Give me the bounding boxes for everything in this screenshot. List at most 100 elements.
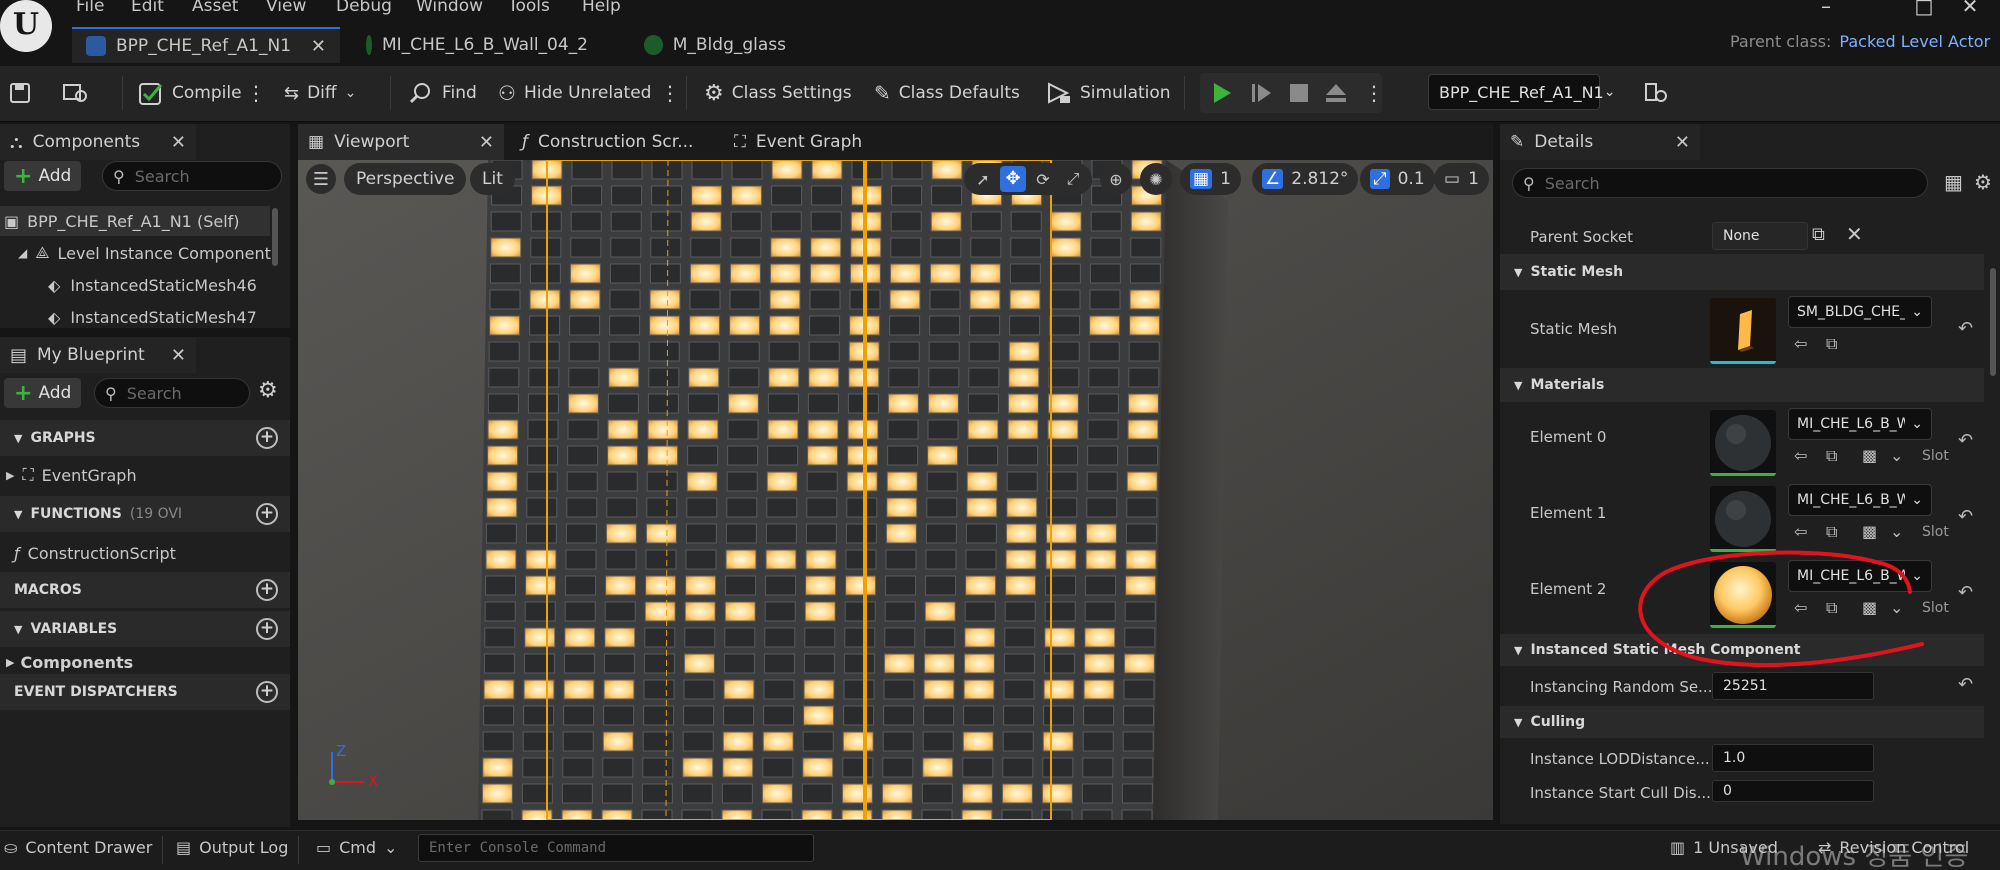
close-icon[interactable]: ✕ — [171, 132, 186, 153]
close-icon[interactable]: ✕ — [171, 345, 186, 366]
clear-icon[interactable]: ✕ — [1846, 222, 1863, 246]
class-settings-button[interactable]: ⚙ Class Settings — [704, 75, 852, 111]
static-mesh-section[interactable]: ▼ Static Mesh — [1500, 254, 1984, 290]
tab-bpp-che-ref[interactable]: BPP_CHE_Ref_A1_N1 ✕ — [72, 27, 340, 63]
camera-speed-control[interactable]: ▭ 1 — [1434, 163, 1489, 195]
components-scrollbar[interactable] — [272, 208, 278, 266]
reset-to-default-icon[interactable]: ↶ — [1958, 318, 1973, 339]
menu-file[interactable]: File — [76, 0, 104, 18]
compile-button[interactable]: Compile — [138, 75, 242, 111]
add-function-icon[interactable]: + — [256, 503, 278, 525]
details-tab[interactable]: ✎ Details ✕ — [1500, 124, 1700, 160]
lod-distance-input[interactable]: 1.0 — [1712, 744, 1874, 772]
compile-options-icon[interactable]: ⋮ — [246, 75, 266, 111]
my-blueprint-tab[interactable]: ▤ My Blueprint ✕ — [0, 337, 196, 373]
event-dispatchers-section[interactable]: EVENT DISPATCHERS + — [0, 674, 290, 710]
simulation-button[interactable]: Simulation — [1046, 75, 1171, 111]
checker-icon[interactable]: ▩ — [1862, 522, 1877, 541]
class-defaults-button[interactable]: ✎ Class Defaults — [874, 75, 1020, 111]
cmd-dropdown[interactable]: ▭ Cmd ⌄ — [316, 838, 397, 857]
unreal-logo-icon[interactable]: U — [0, 0, 52, 52]
variables-section[interactable]: ▼ VARIABLES + — [0, 611, 290, 647]
menu-debug[interactable]: Debug — [336, 0, 392, 18]
surface-snap-icon[interactable]: ✺ — [1140, 163, 1172, 195]
start-cull-input[interactable]: 0 — [1712, 780, 1874, 802]
chevron-down-icon[interactable]: ⌄ — [1890, 522, 1903, 541]
culling-section[interactable]: ▼ Culling — [1500, 706, 1984, 738]
perspective-dropdown[interactable]: Perspective — [344, 163, 467, 195]
menu-view[interactable]: View — [266, 0, 306, 18]
functions-section[interactable]: ▼ FUNCTIONS (19 OVI + — [0, 496, 290, 532]
components-tab[interactable]: ⛬ Components ✕ — [0, 124, 196, 160]
content-drawer-button[interactable]: ⛀ Content Drawer — [4, 838, 152, 857]
settings-gear-icon[interactable]: ⚙ — [1974, 170, 1992, 194]
element-0-thumbnail[interactable] — [1710, 410, 1776, 476]
macros-section[interactable]: MACROS + — [0, 572, 290, 608]
use-selected-icon[interactable]: ⇦ — [1794, 446, 1807, 465]
reset-to-default-icon[interactable]: ↶ — [1958, 582, 1973, 603]
reset-to-default-icon[interactable]: ↶ — [1958, 674, 1973, 695]
tab-m-bldg-glass[interactable]: M_Bldg_glass — [630, 27, 800, 63]
close-icon[interactable]: ✕ — [1675, 132, 1690, 153]
add-graph-icon[interactable]: + — [256, 427, 278, 449]
tab-construction-script[interactable]: ƒ Construction Scr... — [512, 124, 712, 160]
element-0-dropdown[interactable]: MI_CHE_L6_B_Wa ⌄ — [1788, 408, 1932, 440]
console-command-input[interactable]: Enter Console Command — [418, 834, 814, 862]
viewport-menu-icon[interactable]: ☰ — [306, 164, 336, 194]
debug-object-dropdown[interactable]: BPP_CHE_Ref_A1_N1 ⌄ — [1428, 74, 1615, 110]
property-matrix-icon[interactable]: ▦ — [1944, 170, 1963, 194]
components-search-input[interactable]: ⚲ Search — [102, 161, 282, 191]
scale-snap-control[interactable]: ⤢ 0.1 — [1360, 163, 1435, 195]
random-seed-input[interactable]: 25251 — [1712, 672, 1874, 700]
more-options-icon[interactable]: ⋮ — [660, 75, 680, 111]
tab-event-graph[interactable]: ⛶ Event Graph — [724, 124, 884, 160]
reset-to-default-icon[interactable]: ↶ — [1958, 430, 1973, 451]
grid-snap-control[interactable]: ▦ 1 — [1180, 163, 1241, 195]
viewport-canvas[interactable] — [298, 160, 1493, 820]
ism-section[interactable]: ▼ Instanced Static Mesh Component — [1500, 634, 1984, 666]
tab-viewport[interactable]: ▦ Viewport ✕ — [298, 124, 504, 160]
component-item-self[interactable]: ▣ BPP_CHE_Ref_A1_N1 (Self) — [0, 206, 270, 236]
checker-icon[interactable]: ▩ — [1862, 446, 1877, 465]
browse-button[interactable] — [62, 75, 90, 111]
component-item-level-instance[interactable]: ◢ ⟁ Level Instance Component — [18, 238, 271, 268]
output-log-button[interactable]: ▤ Output Log — [176, 838, 288, 857]
browse-asset-icon[interactable]: ⧉ — [1826, 446, 1837, 466]
coordinate-space-icon[interactable]: ⊕ — [1100, 163, 1132, 195]
menu-edit[interactable]: Edit — [131, 0, 164, 18]
hide-unrelated-button[interactable]: ⚇ Hide Unrelated — [498, 75, 651, 111]
construction-script-item[interactable]: ƒ ConstructionScript — [14, 538, 176, 568]
settings-gear-icon[interactable]: ⚙ — [258, 378, 278, 403]
close-window-button[interactable]: ✕ — [1940, 0, 2000, 18]
browse-asset-icon[interactable]: ⧉ — [1826, 598, 1837, 618]
eject-button[interactable] — [1324, 75, 1348, 111]
save-button[interactable] — [8, 75, 32, 111]
checker-icon[interactable]: ▩ — [1862, 598, 1877, 617]
add-member-button[interactable]: + Add — [4, 378, 82, 408]
select-tool-icon[interactable]: ➚ — [970, 170, 996, 189]
component-item-ism46[interactable]: ⬖ InstancedStaticMesh46 — [48, 270, 257, 300]
menu-asset[interactable]: Asset — [192, 0, 238, 18]
minimize-button[interactable]: – — [1796, 0, 1856, 18]
menu-help[interactable]: Help — [582, 0, 621, 18]
element-2-thumbnail[interactable] — [1710, 562, 1776, 628]
element-1-dropdown[interactable]: MI_CHE_L6_B_Wa ⌄ — [1788, 484, 1932, 516]
use-selected-icon[interactable]: ⇦ — [1794, 598, 1807, 617]
materials-section[interactable]: ▼ Materials — [1500, 368, 1984, 402]
component-item-ism47[interactable]: ⬖ InstancedStaticMesh47 — [48, 302, 257, 332]
element-1-thumbnail[interactable] — [1710, 486, 1776, 552]
close-icon[interactable]: ✕ — [311, 36, 326, 57]
parent-socket-field[interactable]: None — [1712, 222, 1808, 250]
add-variable-icon[interactable]: + — [256, 618, 278, 640]
stop-button[interactable] — [1288, 75, 1310, 111]
scale-tool-icon[interactable]: ⤢ — [1060, 169, 1086, 189]
static-mesh-thumbnail[interactable] — [1710, 298, 1776, 364]
rotation-snap-control[interactable]: ∠ 2.812° — [1252, 163, 1359, 195]
play-button[interactable] — [1210, 75, 1234, 111]
debug-filter-button[interactable] — [1644, 75, 1668, 111]
tab-mi-che-wall[interactable]: MI_CHE_L6_B_Wall_04_2 — [352, 27, 602, 63]
add-component-button[interactable]: + Add — [4, 161, 82, 191]
chevron-down-icon[interactable]: ⌄ — [1890, 446, 1903, 465]
menu-tools[interactable]: Tools — [508, 0, 550, 18]
play-options-icon[interactable]: ⋮ — [1364, 75, 1384, 111]
